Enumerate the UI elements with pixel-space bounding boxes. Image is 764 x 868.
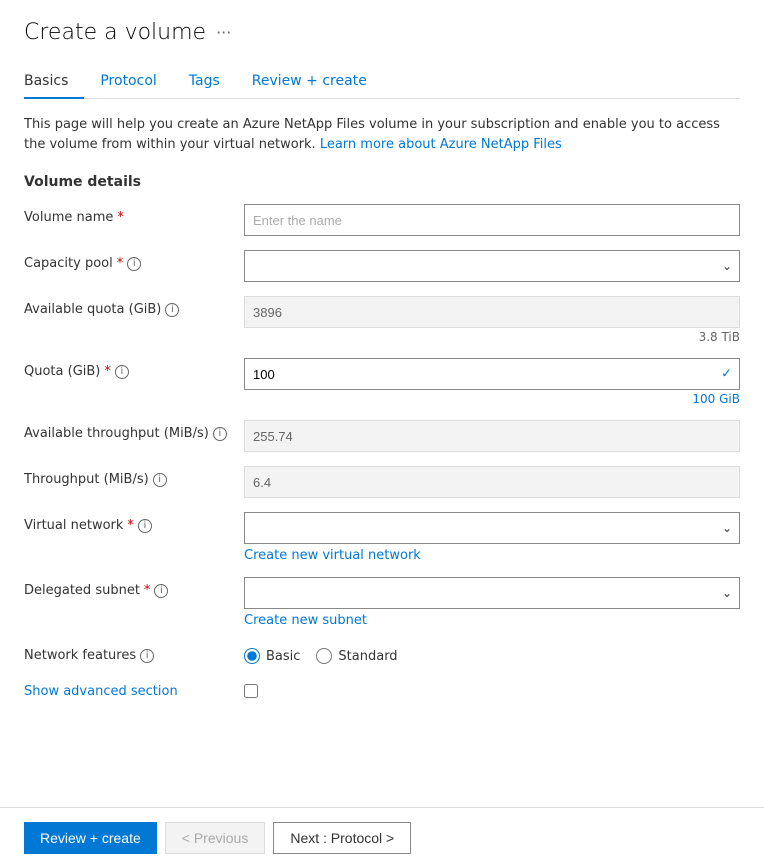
required-marker: * xyxy=(104,364,111,379)
network-features-basic-label: Basic xyxy=(266,649,300,664)
quota-input-wrap: ✓ xyxy=(244,358,740,390)
required-marker: * xyxy=(127,518,134,533)
page-title: Create a volume xyxy=(24,20,206,45)
capacity-pool-label: Capacity pool * i xyxy=(24,250,244,271)
create-virtual-network-link[interactable]: Create new virtual network xyxy=(244,548,740,563)
volume-name-row: Volume name * xyxy=(24,204,740,236)
quota-hint: 100 GiB xyxy=(244,392,740,406)
review-create-button[interactable]: Review + create xyxy=(24,822,157,854)
quota-row: Quota (GiB) * i ✓ 100 GiB xyxy=(24,358,740,406)
available-throughput-row: Available throughput (MiB/s) i xyxy=(24,420,740,452)
available-throughput-control xyxy=(244,420,740,452)
tabs-container: Basics Protocol Tags Review + create xyxy=(24,65,740,99)
capacity-pool-control: ⌄ xyxy=(244,250,740,282)
virtual-network-select[interactable] xyxy=(244,512,740,544)
network-features-info-icon[interactable]: i xyxy=(140,649,154,663)
available-quota-label: Available quota (GiB) i xyxy=(24,296,244,317)
footer: Review + create < Previous Next : Protoc… xyxy=(0,807,764,868)
show-advanced-label: Show advanced section xyxy=(24,678,244,699)
available-quota-control: 3.8 TiB xyxy=(244,296,740,344)
show-advanced-checkbox[interactable] xyxy=(244,684,258,698)
previous-button[interactable]: < Previous xyxy=(165,822,266,854)
quota-check-icon: ✓ xyxy=(721,367,732,382)
tab-basics[interactable]: Basics xyxy=(24,65,84,99)
available-quota-info-icon[interactable]: i xyxy=(165,303,179,317)
virtual-network-select-wrap: ⌄ xyxy=(244,512,740,544)
quota-input[interactable] xyxy=(244,358,740,390)
delegated-subnet-select[interactable] xyxy=(244,577,740,609)
throughput-control xyxy=(244,466,740,498)
capacity-pool-select[interactable] xyxy=(244,250,740,282)
available-quota-input xyxy=(244,296,740,328)
network-features-radio-group: Basic Standard xyxy=(244,642,740,664)
create-subnet-link[interactable]: Create new subnet xyxy=(244,613,740,628)
network-features-label: Network features i xyxy=(24,642,244,663)
volume-name-input[interactable] xyxy=(244,204,740,236)
available-throughput-label: Available throughput (MiB/s) i xyxy=(24,420,244,441)
throughput-label: Throughput (MiB/s) i xyxy=(24,466,244,487)
required-marker: * xyxy=(117,256,124,271)
tab-tags[interactable]: Tags xyxy=(173,65,236,99)
quota-control: ✓ 100 GiB xyxy=(244,358,740,406)
network-features-standard-option[interactable]: Standard xyxy=(316,648,397,664)
network-features-standard-label: Standard xyxy=(338,649,397,664)
available-throughput-input xyxy=(244,420,740,452)
available-quota-row: Available quota (GiB) i 3.8 TiB xyxy=(24,296,740,344)
throughput-info-icon[interactable]: i xyxy=(153,473,167,487)
volume-name-control xyxy=(244,204,740,236)
show-advanced-row: Show advanced section xyxy=(24,678,740,702)
delegated-subnet-row: Delegated subnet * i ⌄ Create new subnet xyxy=(24,577,740,628)
capacity-pool-row: Capacity pool * i ⌄ xyxy=(24,250,740,282)
network-features-basic-radio[interactable] xyxy=(244,648,260,664)
page-description: This page will help you create an Azure … xyxy=(24,115,740,154)
capacity-pool-select-wrap: ⌄ xyxy=(244,250,740,282)
delegated-subnet-label: Delegated subnet * i xyxy=(24,577,244,598)
show-advanced-control xyxy=(244,678,740,702)
throughput-row: Throughput (MiB/s) i xyxy=(24,466,740,498)
throughput-input xyxy=(244,466,740,498)
delegated-subnet-select-wrap: ⌄ xyxy=(244,577,740,609)
available-quota-hint: 3.8 TiB xyxy=(244,330,740,344)
tab-protocol[interactable]: Protocol xyxy=(84,65,172,99)
section-title: Volume details xyxy=(24,174,740,190)
required-marker: * xyxy=(144,583,151,598)
capacity-pool-info-icon[interactable]: i xyxy=(127,257,141,271)
ellipsis-menu-icon[interactable]: ··· xyxy=(216,23,231,42)
quota-label: Quota (GiB) * i xyxy=(24,358,244,379)
delegated-subnet-info-icon[interactable]: i xyxy=(154,584,168,598)
virtual-network-info-icon[interactable]: i xyxy=(138,519,152,533)
network-features-control: Basic Standard xyxy=(244,642,740,664)
tab-review-create[interactable]: Review + create xyxy=(236,65,383,99)
show-advanced-checkbox-wrap xyxy=(244,678,740,702)
network-features-standard-radio[interactable] xyxy=(316,648,332,664)
delegated-subnet-control: ⌄ Create new subnet xyxy=(244,577,740,628)
next-protocol-button[interactable]: Next : Protocol > xyxy=(273,822,411,854)
virtual-network-control: ⌄ Create new virtual network xyxy=(244,512,740,563)
available-throughput-info-icon[interactable]: i xyxy=(213,427,227,441)
network-features-row: Network features i Basic Standard xyxy=(24,642,740,664)
virtual-network-row: Virtual network * i ⌄ Create new virtual… xyxy=(24,512,740,563)
learn-more-link[interactable]: Learn more about Azure NetApp Files xyxy=(320,137,562,152)
network-features-basic-option[interactable]: Basic xyxy=(244,648,300,664)
virtual-network-label: Virtual network * i xyxy=(24,512,244,533)
quota-info-icon[interactable]: i xyxy=(115,365,129,379)
volume-name-label: Volume name * xyxy=(24,204,244,225)
required-marker: * xyxy=(117,210,124,225)
